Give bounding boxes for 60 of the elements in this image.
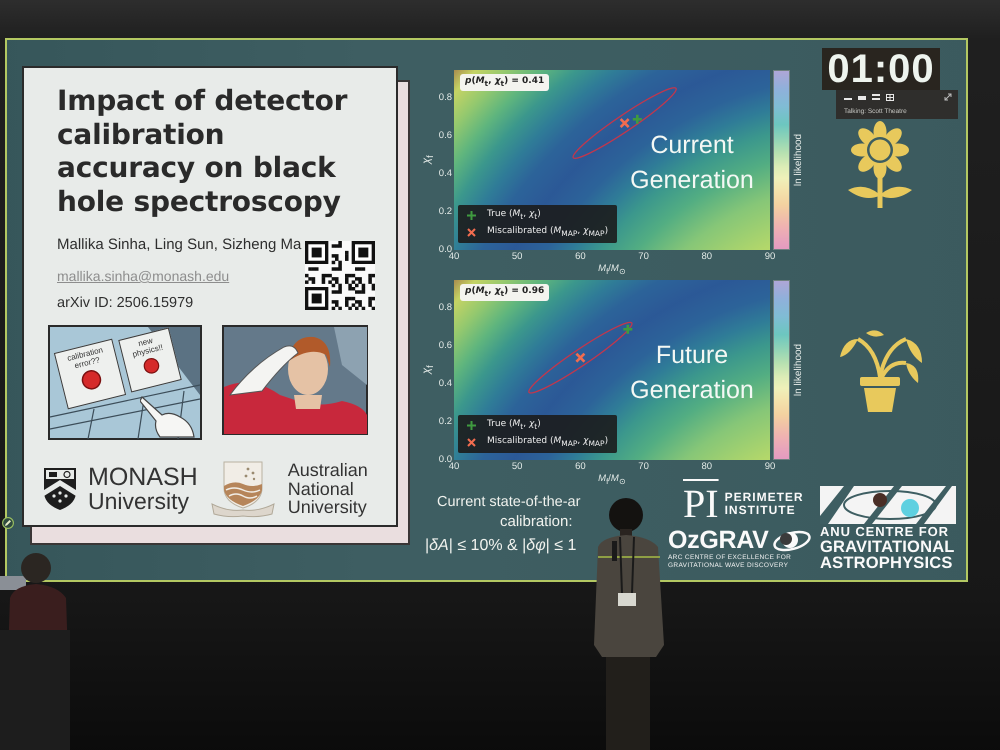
pencil-icon[interactable] (2, 517, 14, 529)
x-tick-label: 90 (764, 251, 776, 262)
pointing-hand-drawing (140, 395, 196, 439)
logo-text: ANU CENTRE FOR (820, 524, 950, 539)
plot-caption: Future Generation (629, 340, 755, 406)
x-tick-label: 70 (638, 461, 649, 472)
x-axis-label: M$_{f}$/M$_{⊙}$ (598, 473, 626, 485)
y-tick-label: 0.6 (438, 341, 452, 352)
expand-icon[interactable] (944, 93, 952, 101)
qr-code-icon (305, 241, 375, 310)
logo-name: Australian National University (288, 461, 369, 517)
colorbar-label: ln likelihood (793, 134, 805, 186)
y-tick-label: 0.6 (438, 131, 452, 142)
x-tick-label: 70 (638, 251, 649, 262)
probability-label: p(M$_{t}$, χ$_{t}$) = 0.41 (460, 74, 550, 91)
y-tick-label: 0.4 (438, 379, 452, 390)
logo-subtitle: University (88, 488, 190, 514)
crest-icon (210, 460, 276, 518)
email-link[interactable]: mallika.sinha@monash.edu (57, 268, 230, 284)
legend-label: True (M$_{t}$, χ$_{t}$) (487, 208, 542, 224)
sign-label: calibration error?? (65, 345, 105, 372)
x-tick-label: 50 (512, 461, 522, 472)
orbit-logo-icon (820, 486, 956, 524)
y-tick-label: 0.2 (438, 207, 452, 218)
y-tick-label: 0.8 (438, 93, 452, 104)
equals-icon[interactable] (872, 94, 880, 100)
grid-icon[interactable] (886, 94, 894, 100)
x-tick-label: 80 (702, 461, 712, 472)
logo-text: GRAVITATIONAL (820, 539, 956, 555)
x-tick-label: 90 (764, 461, 776, 472)
colorbar-label: ln likelihood (793, 344, 805, 396)
y-tick-label: 0.8 (438, 303, 452, 314)
author-list: Mallika Sinha, Ling Sun, Sizheng Ma (57, 236, 302, 254)
logo-text: PERIMETER (724, 491, 804, 504)
note-line: |δA| ≤ 10% & |δφ| ≤ 1 (425, 536, 576, 555)
plot-caption: Current Generation (629, 130, 755, 196)
timer-display: 01:00 (827, 48, 935, 90)
probability-label: p(M$_{t}$, χ$_{t}$) = 0.96 (460, 284, 550, 301)
note-line: calibration: (500, 512, 573, 531)
logo-text: INSTITUTE (724, 504, 797, 517)
x-tick-label: 50 (512, 251, 522, 262)
x-tick-label: 60 (575, 461, 586, 472)
x-tick-label: 60 (575, 251, 586, 262)
bar-icon[interactable] (858, 94, 866, 100)
legend-label: True (M$_{t}$, χ$_{t}$) (487, 418, 542, 434)
logo-name: MONASH (88, 464, 198, 488)
sunflower-icon (846, 120, 914, 208)
logo-name: OzGRAV (668, 527, 769, 553)
logo-mark: PI (683, 486, 719, 522)
note-line: Current state-of-the-ar (437, 493, 580, 512)
y-tick-label: 0.2 (438, 417, 452, 428)
y-tick-label: 0.4 (438, 169, 452, 180)
legend-label: Miscalibrated (M$_{MAP}$, χ$_{MAP}$) (487, 225, 608, 240)
x-axis-label: M$_{f}$/M$_{⊙}$ (598, 263, 626, 275)
x-tick-label: 80 (702, 251, 712, 262)
logo-text: ASTROPHYSICS (820, 555, 954, 571)
poster-title: Impact of detector calibration accuracy on black hole spectroscopy (57, 84, 348, 218)
arxiv-id: arXiv ID: 2506.15979 (57, 294, 194, 312)
legend-label: Miscalibrated (M$_{MAP}$, χ$_{MAP}$) (487, 435, 608, 450)
push-button-icon (79, 368, 104, 392)
